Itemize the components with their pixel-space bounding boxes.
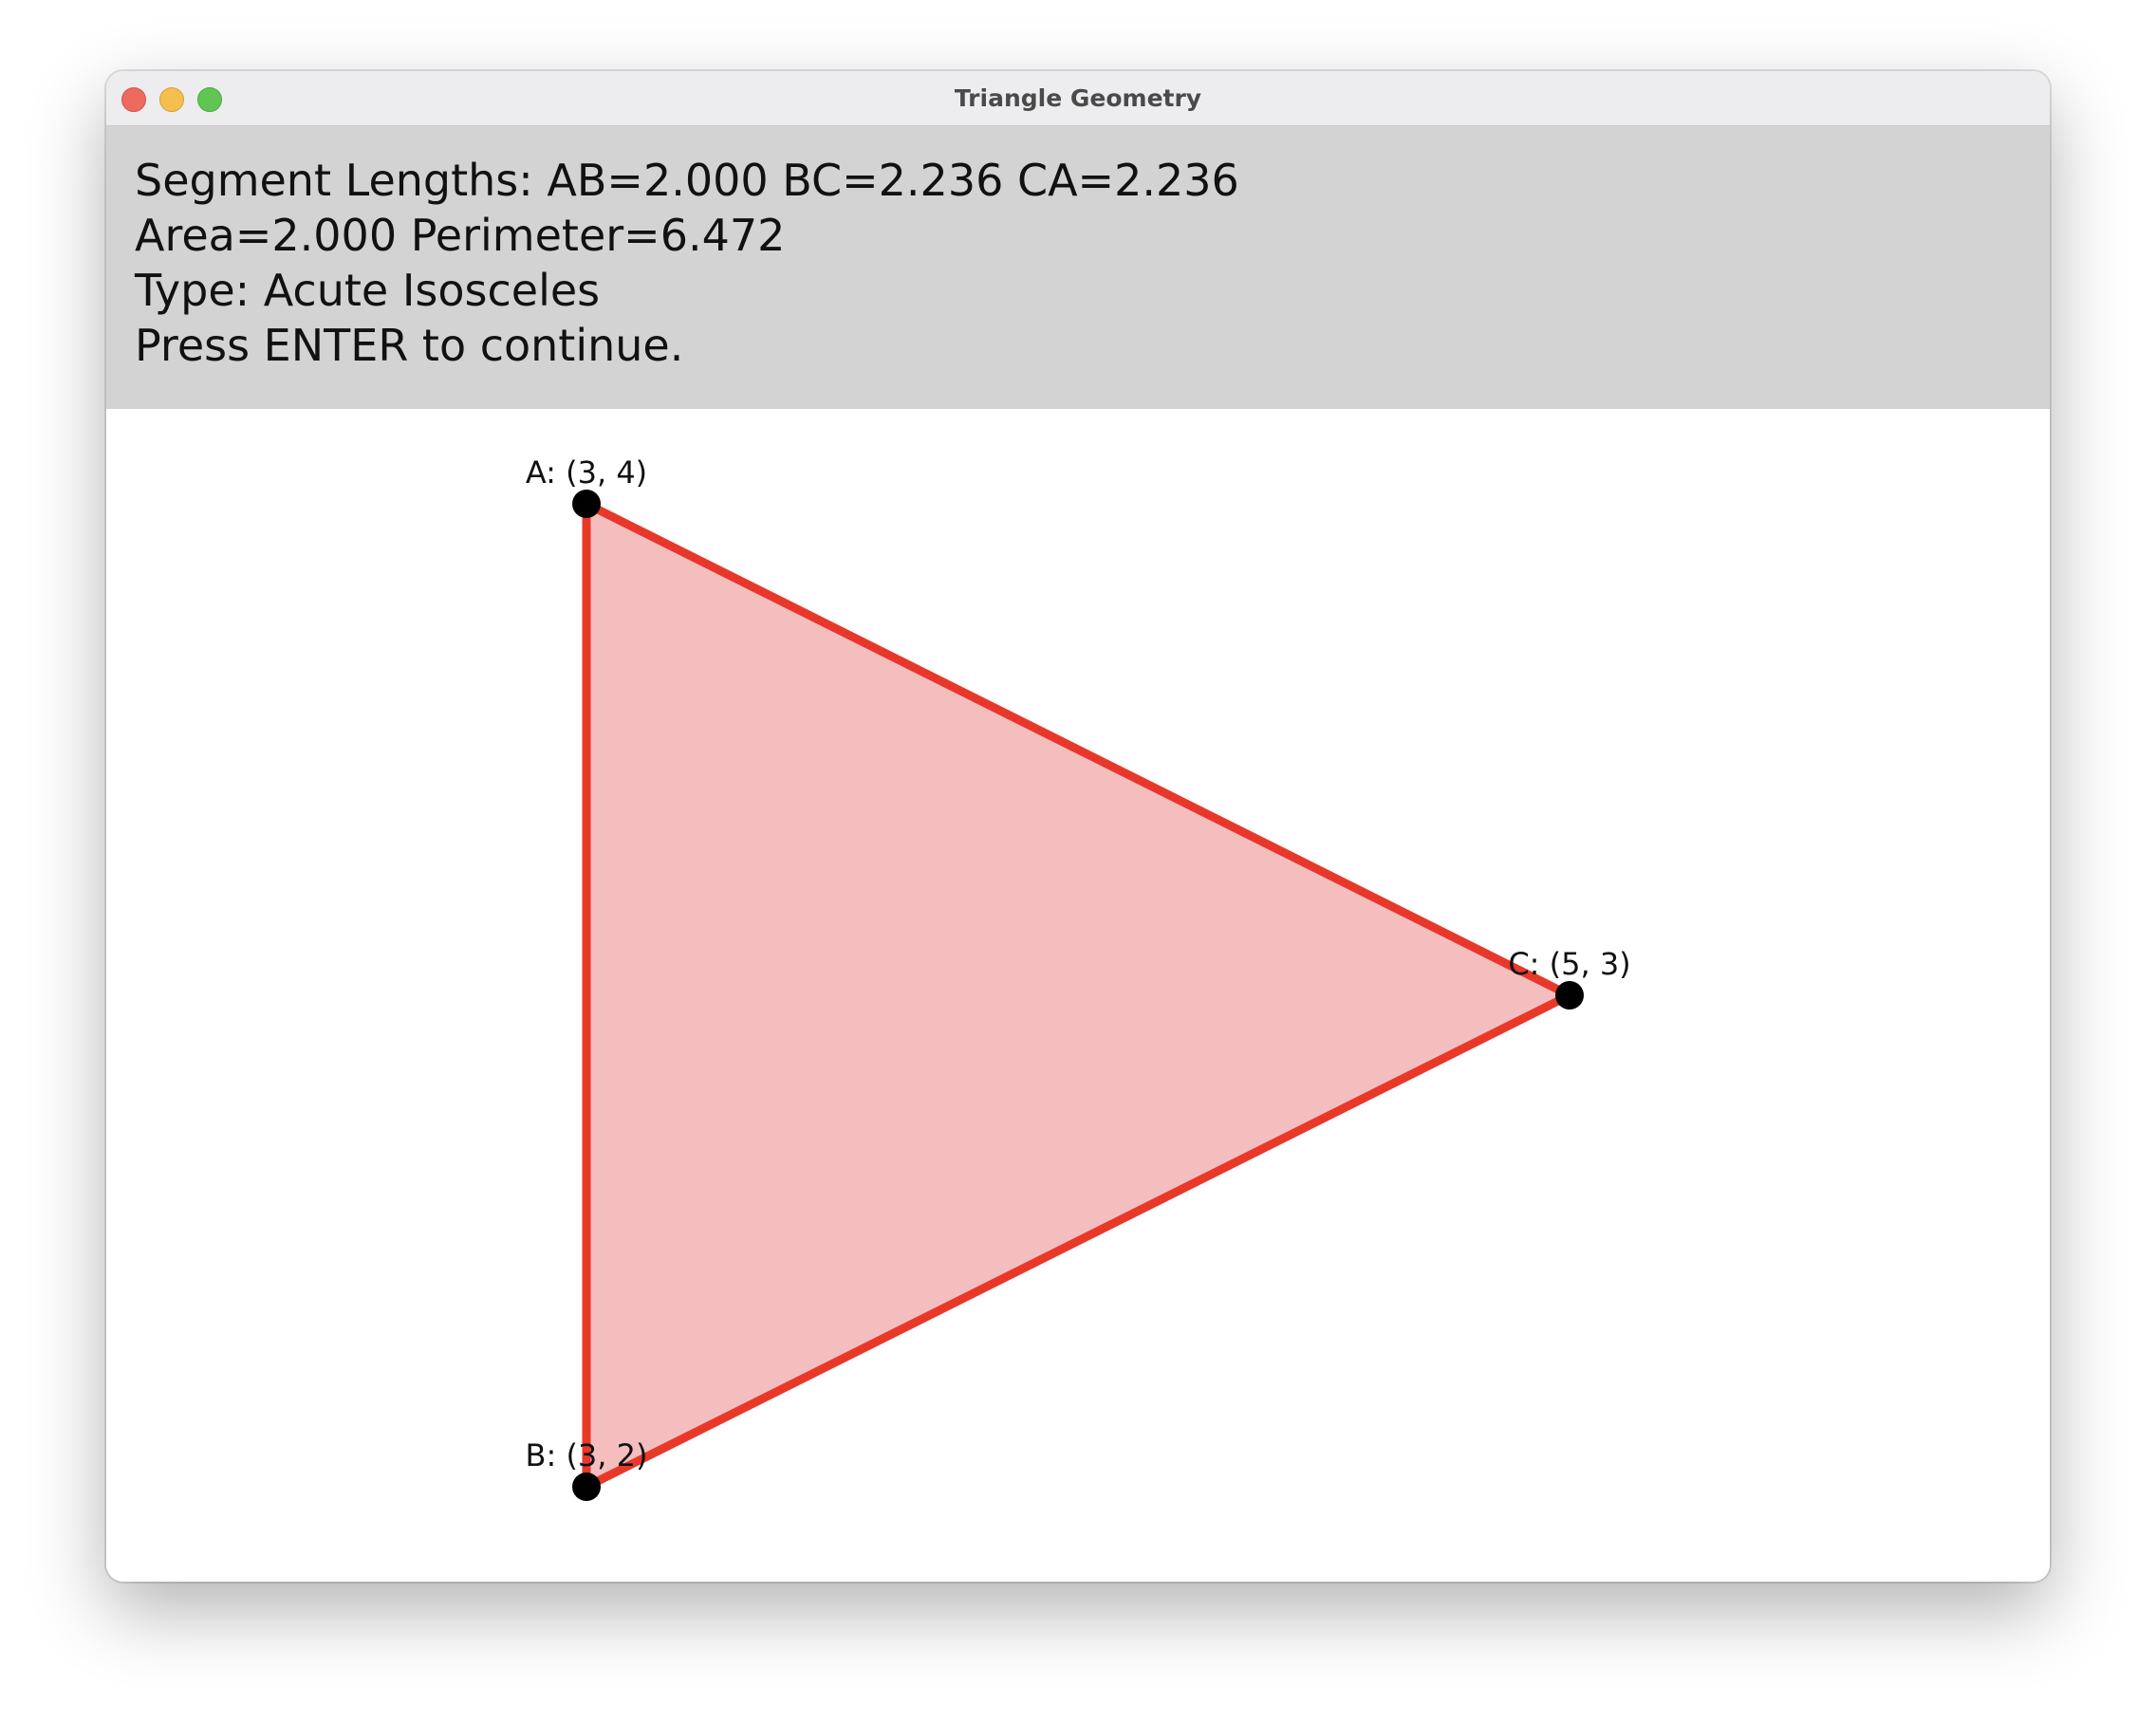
triangle-shape: [582, 499, 1574, 1491]
vertex-b-point: [572, 1473, 601, 1501]
window-title: Triangle Geometry: [954, 84, 1202, 112]
zoom-button[interactable]: [197, 87, 222, 112]
vertex-c-point: [1555, 981, 1584, 1010]
vertex-c-label: C: (5, 3): [1508, 946, 1630, 982]
vertex-b-label: B: (3, 2): [526, 1437, 648, 1473]
triangle-drawing: A: (3, 4) B: (3, 2) C: (5, 3): [526, 454, 1631, 1501]
title-bar[interactable]: Triangle Geometry: [106, 71, 2050, 126]
vertex-a-point: [572, 490, 601, 518]
vertex-a-label: A: (3, 4): [526, 454, 647, 491]
drawing-canvas[interactable]: A: (3, 4) B: (3, 2) C: (5, 3): [106, 409, 2050, 1582]
segment-lengths-text: Segment Lengths: AB=2.000 BC=2.236 CA=2.…: [135, 155, 1239, 206]
instruction-text: Press ENTER to continue.: [135, 320, 684, 371]
close-button[interactable]: [121, 87, 146, 112]
minimize-button[interactable]: [159, 87, 184, 112]
area-perimeter-text: Area=2.000 Perimeter=6.472: [135, 210, 786, 261]
app-window: Triangle Geometry Segment Lengths: AB=2.…: [106, 71, 2050, 1582]
triangle-type-text: Type: Acute Isosceles: [135, 265, 601, 316]
info-panel: Segment Lengths: AB=2.000 BC=2.236 CA=2.…: [106, 126, 2050, 409]
